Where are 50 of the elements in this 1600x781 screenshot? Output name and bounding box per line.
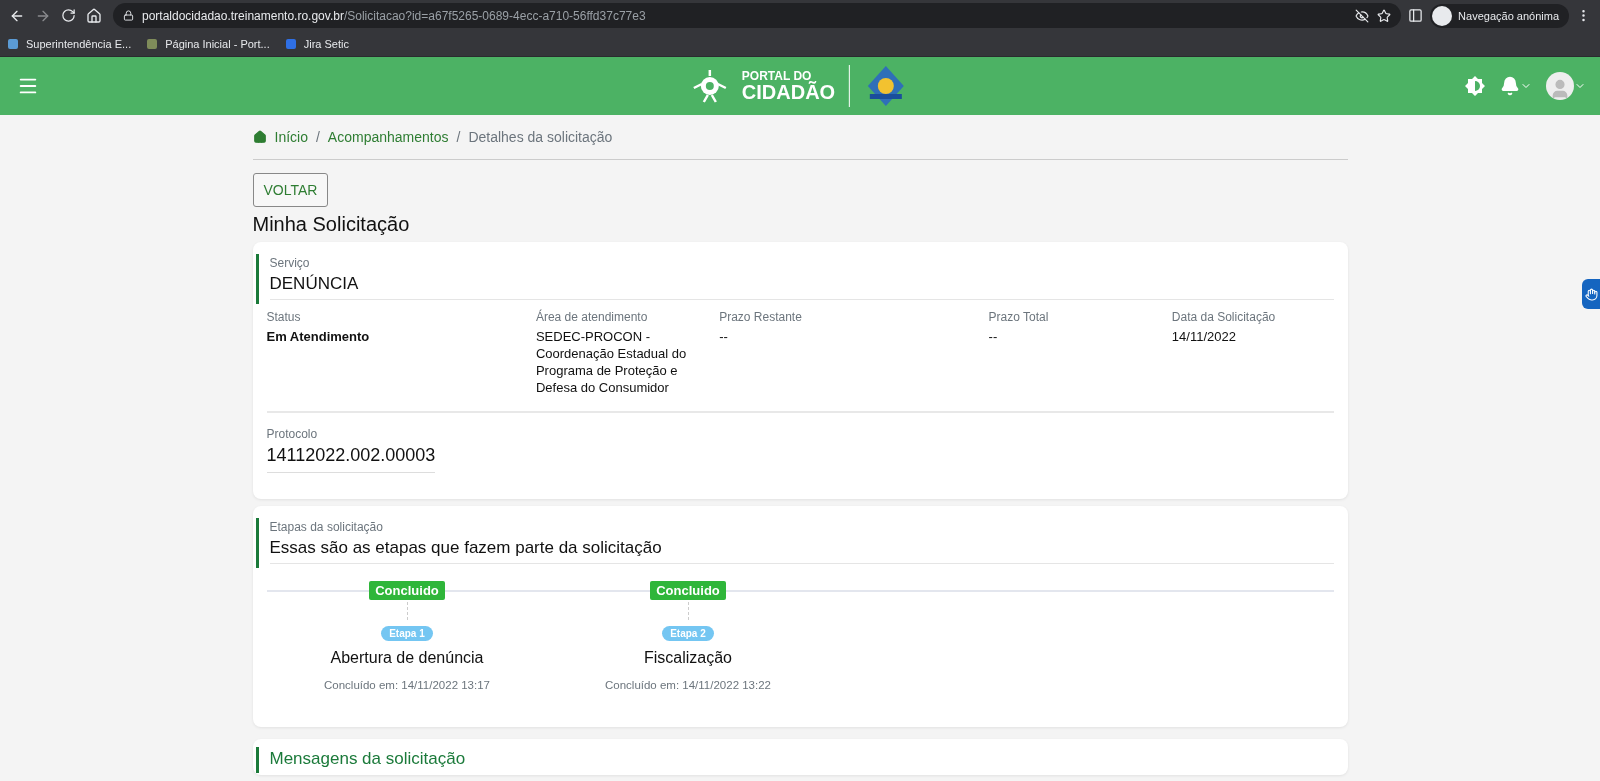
bookmark[interactable]: Superintendência E... [6, 36, 132, 51]
service-name: DENÚNCIA [269, 274, 1334, 300]
field-value: -- [719, 329, 729, 346]
bookmark-favicon-icon [6, 36, 20, 51]
step-name: Fiscalização [644, 648, 732, 667]
step-date: Concluído em: 14/11/2022 13:17 [324, 678, 490, 691]
field-label: Área de atendimento [535, 310, 649, 324]
bookmark[interactable]: Página Inicial - Port... [145, 36, 270, 51]
section-label: Etapas da solicitação [269, 519, 384, 534]
field-value: -- [988, 329, 999, 346]
portal-logo-icon [691, 68, 728, 104]
breadcrumb-separator: / [315, 129, 320, 145]
accessibility-hands-icon[interactable] [1582, 279, 1600, 309]
eye-off-icon[interactable] [1355, 8, 1370, 23]
back-button[interactable]: VOLTAR [252, 173, 329, 207]
portal-logo-text: PORTAL DO CIDADÃO [741, 70, 836, 102]
status-tag: Concluido [369, 580, 445, 600]
field-label: Status [266, 310, 302, 324]
field-label: Protocolo [266, 426, 319, 441]
section-title: Essas são as etapas que fazem parte da solicitação [269, 537, 1334, 564]
bookmark-favicon-icon [283, 36, 298, 51]
contrast-icon[interactable] [1464, 75, 1486, 97]
breadcrumb-link[interactable]: Início [274, 129, 308, 145]
section-title: Mensagens da solicitação [269, 748, 467, 769]
breadcrumb-current-page: Detalhes da solicitação [468, 129, 613, 145]
lock-icon [123, 10, 134, 21]
home-icon [252, 130, 267, 144]
protocol-number: 14112022.002.00003 [266, 444, 436, 473]
status-tag: Concluido [650, 580, 726, 600]
field-label: Data da Solicitação [1171, 310, 1277, 324]
profile-button[interactable]: Navegação anónima [1430, 3, 1569, 28]
step-date: Concluído em: 14/11/2022 13:22 [605, 678, 771, 691]
breadcrumb-link[interactable]: Acompanhamentos [327, 129, 449, 145]
field-value: 14/11/2022 [1171, 329, 1237, 346]
step-tag: Etapa 2 [662, 625, 714, 641]
breadcrumb-separator: / [456, 129, 461, 145]
section-label: Serviço [269, 256, 311, 270]
bookmark-favicon-icon [145, 36, 160, 51]
address-bar[interactable]: portaldocidadao.treinamento.ro.gov.br/Solicitacao?id=a67f5265-0689-4ecc-a710-56ffd37c77e3 [113, 3, 1402, 28]
page-title: Minha Solicitação [252, 213, 411, 236]
url-text: portaldocidadao.treinamento.ro.gov.br/Solicitacao?id=a67f5265-0689-4ecc-a710-56ffd37c77e3 [142, 8, 646, 23]
field-label: Prazo Total [988, 310, 1050, 324]
field-value: Em Atendimento [266, 329, 371, 346]
field-value: SEDEC-PROCON - Coordenação Estadual do Programa de Proteção e Defesa do Consumidor [535, 329, 688, 397]
star-icon[interactable] [1377, 8, 1392, 23]
bookmark[interactable]: Jira Setic [283, 36, 349, 51]
field-label: Prazo Restante [719, 310, 803, 324]
step-tag: Etapa 1 [381, 625, 433, 641]
bell-icon[interactable] [1500, 76, 1532, 96]
step-name: Abertura de denúncia [330, 648, 484, 667]
